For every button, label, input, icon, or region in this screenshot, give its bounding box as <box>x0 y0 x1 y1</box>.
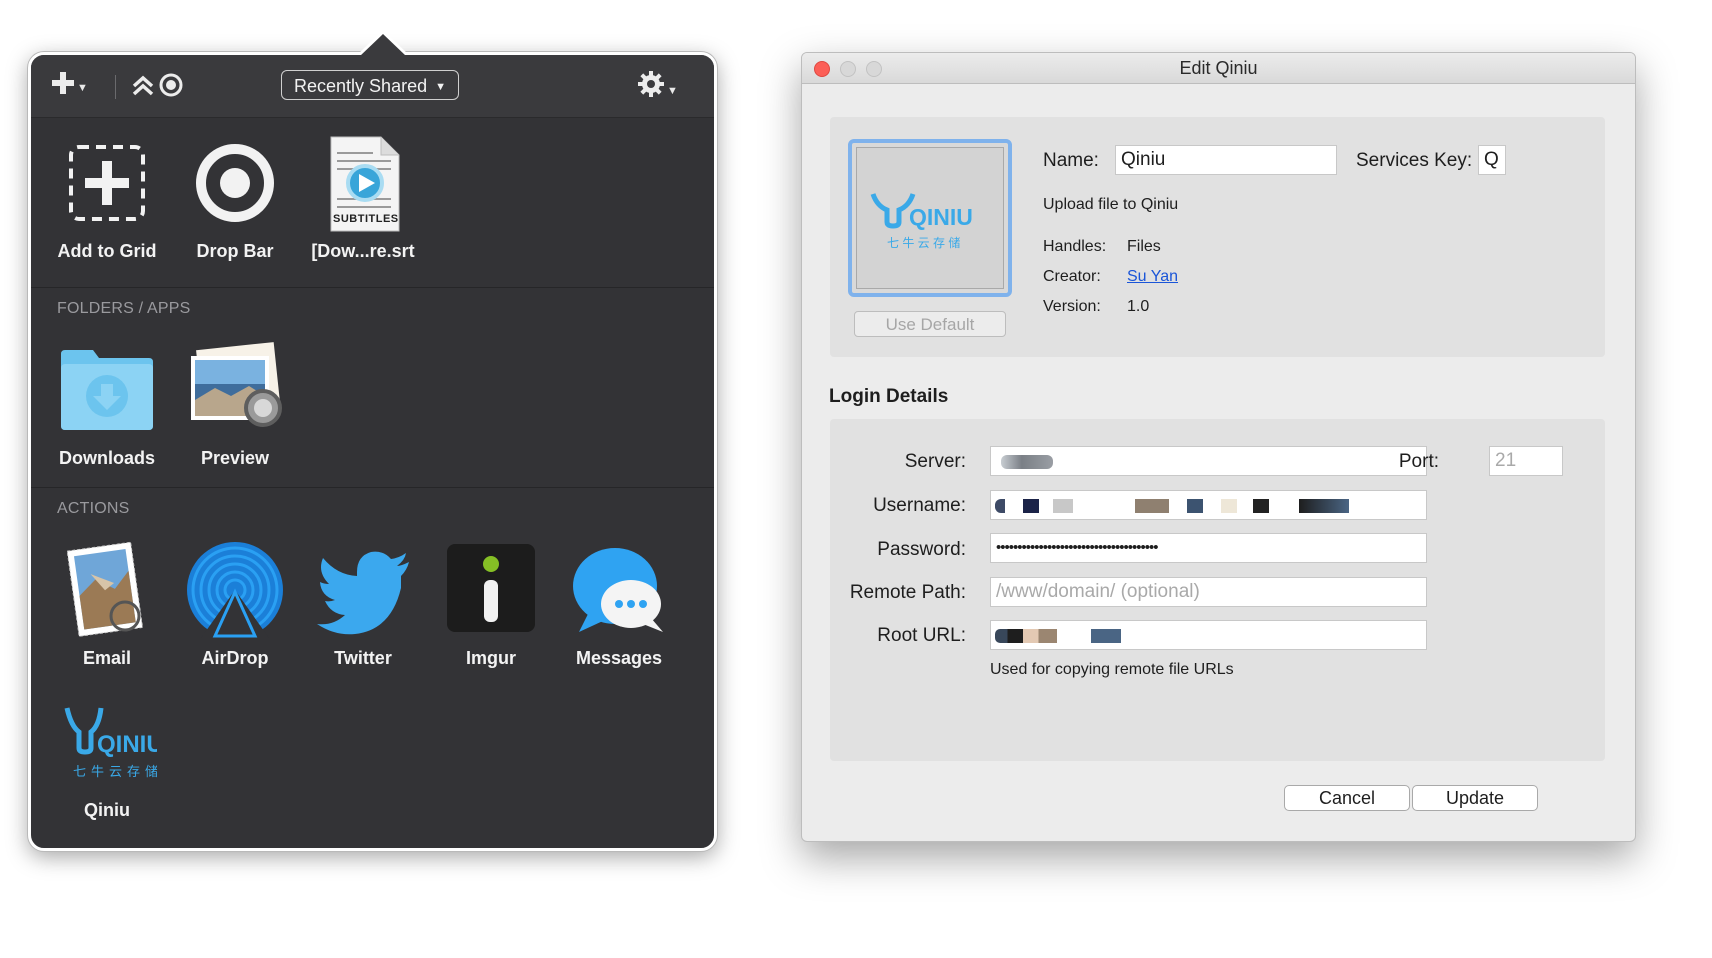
grid-item-preview[interactable]: Preview <box>171 340 299 469</box>
plus-icon[interactable]: ▼ <box>51 71 88 102</box>
root-url-label: Root URL: <box>877 625 966 646</box>
popover-toolbar: ▼ Recently Shared ▼ ▼ <box>31 55 714 118</box>
window-titlebar: Edit Qiniu <box>802 53 1635 84</box>
recently-shared-dropdown[interactable]: Recently Shared ▼ <box>281 70 459 100</box>
action-qiniu[interactable]: QINIU 七牛云存储 Qiniu <box>43 692 171 821</box>
toolbar-divider <box>115 75 116 99</box>
section-title-folders: FOLDERS / APPS <box>57 300 191 317</box>
svg-text:QINIU: QINIU <box>97 731 157 758</box>
email-stamp-icon <box>57 540 157 640</box>
preview-app-icon <box>185 340 285 440</box>
actions-section: ACTIONS Email AirDrop Twitter Imgur Mess… <box>31 487 714 846</box>
grid-item-subtitle-file[interactable]: SUBTITLES [Dow...re.srt <box>299 133 427 262</box>
action-email[interactable]: Email <box>43 540 171 669</box>
record-icon[interactable] <box>158 72 184 103</box>
name-label: Name: <box>1043 150 1099 171</box>
messages-icon <box>569 540 669 640</box>
version-label: Version: <box>1043 298 1101 315</box>
qiniu-logo-icon: QINIU 七 牛 云 存 储 <box>856 147 1004 289</box>
service-info-panel: QINIU 七 牛 云 存 储 Use Default Name: Qiniu … <box>830 117 1605 357</box>
window-title: Edit Qiniu <box>1179 58 1258 78</box>
chevron-down-icon: ▼ <box>435 81 446 93</box>
service-description: Upload file to Qiniu <box>1043 196 1179 213</box>
logo-text: QINIU <box>909 204 973 230</box>
cancel-button[interactable]: Cancel <box>1284 785 1410 811</box>
use-default-button[interactable]: Use Default <box>854 311 1006 337</box>
folders-apps-section: FOLDERS / APPS Downloads Preview <box>31 287 714 488</box>
twitter-bird-icon <box>313 540 413 640</box>
grid-item-downloads[interactable]: Downloads <box>43 340 171 469</box>
dropdown-label: Recently Shared <box>294 76 428 96</box>
downloads-folder-icon <box>57 340 157 440</box>
name-field[interactable]: Qiniu <box>1115 145 1337 175</box>
handles-value: Files <box>1127 238 1161 255</box>
subtitles-file-icon: SUBTITLES <box>313 133 413 233</box>
action-messages[interactable]: Messages <box>555 540 683 669</box>
ring-icon <box>185 133 285 233</box>
remote-path-label: Remote Path: <box>849 582 966 603</box>
handles-label: Handles: <box>1043 238 1107 255</box>
login-details-heading: Login Details <box>829 386 949 407</box>
imgur-icon <box>441 540 541 640</box>
action-twitter[interactable]: Twitter <box>299 540 427 669</box>
subtitles-badge: SUBTITLES <box>333 213 399 225</box>
services-key-label: Services Key: <box>1356 150 1473 171</box>
airdrop-icon <box>185 540 285 640</box>
qiniu-logo-icon: QINIU 七牛云存储 <box>57 692 164 792</box>
action-imgur[interactable]: Imgur <box>427 540 555 669</box>
login-details-panel: Server: Port: 21 Username: Password: •••… <box>830 419 1605 761</box>
grid-item-add-to-grid[interactable]: Add to Grid <box>43 133 171 262</box>
action-airdrop[interactable]: AirDrop <box>171 540 299 669</box>
port-field[interactable]: 21 <box>1489 446 1563 476</box>
grid-item-drop-bar[interactable]: Drop Bar <box>171 133 299 262</box>
gear-icon[interactable]: ▼ <box>637 70 678 105</box>
services-key-field[interactable]: Q <box>1478 145 1506 175</box>
section-title-actions: ACTIONS <box>57 500 130 517</box>
dashed-plus-icon <box>57 133 157 233</box>
edit-service-window: Edit Qiniu QINIU 七 牛 云 存 储 Use Default N… <box>801 52 1636 842</box>
version-value: 1.0 <box>1127 298 1150 315</box>
port-label: Port: <box>1398 451 1439 472</box>
password-label: Password: <box>877 539 966 560</box>
password-field[interactable]: •••••••••••••••••••••••••••••••••••••• <box>990 533 1427 563</box>
creator-label: Creator: <box>1043 268 1101 285</box>
root-url-hint: Used for copying remote file URLs <box>990 661 1234 678</box>
service-logo-well[interactable]: QINIU 七 牛 云 存 储 <box>848 139 1012 297</box>
logo-subtext: 七 牛 云 存 储 <box>887 236 961 250</box>
remote-path-field[interactable]: /www/domain/ (optional) <box>990 577 1427 607</box>
double-chevron-up-icon[interactable] <box>131 73 155 102</box>
share-popover: ▼ Recently Shared ▼ ▼ Add to Grid Drop B… <box>28 30 717 851</box>
update-button[interactable]: Update <box>1412 785 1538 811</box>
username-label: Username: <box>873 495 966 516</box>
svg-text:七牛云存储: 七牛云存储 <box>73 765 157 780</box>
creator-link[interactable]: Su Yan <box>1127 268 1178 286</box>
username-field[interactable] <box>990 490 1427 520</box>
server-label: Server: <box>904 451 966 472</box>
root-url-field[interactable] <box>990 620 1427 650</box>
